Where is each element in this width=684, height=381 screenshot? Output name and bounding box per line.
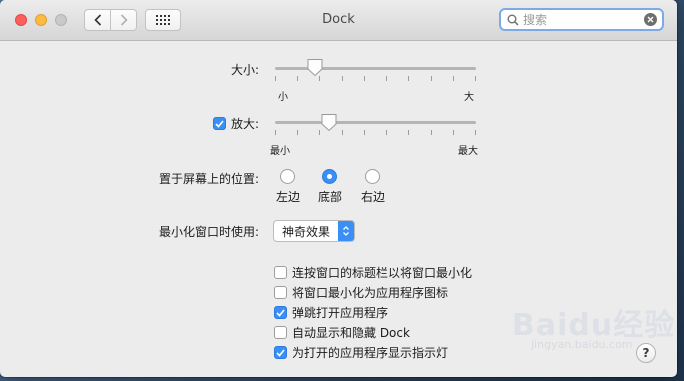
slider-tick bbox=[408, 130, 409, 135]
option-row[interactable]: 将窗口最小化为应用程序图标 bbox=[274, 284, 448, 301]
option-row[interactable]: 连按窗口的标题栏以将窗口最小化 bbox=[274, 264, 472, 281]
slider-tick bbox=[453, 76, 454, 81]
size-label: 大小: bbox=[230, 63, 259, 77]
position-bottom-label: 底部 bbox=[317, 190, 342, 204]
title-bar: Dock bbox=[0, 0, 677, 41]
size-max-label: 大 bbox=[464, 92, 474, 103]
help-button[interactable]: ? bbox=[636, 343, 656, 363]
slider-tick bbox=[386, 76, 387, 81]
magnification-slider-knob[interactable] bbox=[320, 113, 338, 132]
slider-tick bbox=[364, 76, 365, 81]
minimize-label: 最小化窗口时使用: bbox=[158, 225, 259, 239]
magnification-slider-ticks bbox=[275, 130, 476, 136]
slider-tick bbox=[342, 130, 343, 135]
minimize-effect-value: 神奇效果 bbox=[282, 224, 331, 239]
slider-tick bbox=[386, 130, 387, 135]
checkmark-icon bbox=[276, 348, 285, 357]
slider-tick bbox=[475, 76, 476, 81]
option-label: 将窗口最小化为应用程序图标 bbox=[292, 286, 449, 300]
position-left-label: 左边 bbox=[275, 190, 300, 204]
slider-tick bbox=[275, 130, 276, 135]
close-icon bbox=[647, 16, 654, 23]
option-row[interactable]: 自动显示和隐藏 Dock bbox=[274, 324, 410, 341]
size-slider-knob[interactable] bbox=[306, 58, 324, 77]
search-field[interactable] bbox=[499, 8, 664, 31]
option-row[interactable]: 弹跳打开应用程序 bbox=[274, 304, 388, 321]
size-slider-track[interactable] bbox=[275, 67, 476, 70]
size-min-label: 小 bbox=[278, 92, 288, 103]
preferences-window: Dock 大小: 小 大 放大: 最小 最 bbox=[0, 0, 677, 377]
slider-tick bbox=[431, 130, 432, 135]
position-right-radio[interactable] bbox=[365, 169, 380, 184]
slider-tick bbox=[275, 76, 276, 81]
position-label: 置于屏幕上的位置: bbox=[158, 172, 259, 186]
option-label: 连按窗口的标题栏以将窗口最小化 bbox=[292, 266, 473, 280]
slider-tick bbox=[431, 76, 432, 81]
checkmark-icon bbox=[276, 308, 285, 317]
slider-tick bbox=[364, 130, 365, 135]
double-click-minimize-checkbox[interactable] bbox=[274, 266, 287, 279]
magnification-row: 放大: bbox=[212, 115, 259, 132]
option-row[interactable]: 为打开的应用程序显示指示灯 bbox=[274, 344, 448, 361]
slider-tick bbox=[453, 130, 454, 135]
slider-tick bbox=[475, 130, 476, 135]
animate-opening-checkbox[interactable] bbox=[274, 306, 287, 319]
position-bottom-radio[interactable] bbox=[322, 169, 337, 184]
checkmark-icon bbox=[215, 119, 224, 128]
slider-tick bbox=[408, 76, 409, 81]
magnification-min-label: 最小 bbox=[270, 146, 290, 157]
clear-search-button[interactable] bbox=[644, 13, 657, 26]
slider-tick bbox=[342, 76, 343, 81]
size-slider-ticks bbox=[275, 76, 476, 82]
popup-arrows-icon bbox=[338, 221, 354, 241]
magnification-checkbox[interactable] bbox=[212, 117, 226, 130]
search-icon bbox=[507, 14, 519, 26]
search-input[interactable] bbox=[523, 12, 633, 27]
option-label: 自动显示和隐藏 Dock bbox=[292, 326, 410, 340]
show-indicators-checkbox[interactable] bbox=[274, 346, 287, 359]
magnification-slider-track[interactable] bbox=[275, 121, 476, 124]
slider-tick bbox=[297, 76, 298, 81]
minimize-effect-select[interactable]: 神奇效果 bbox=[273, 220, 355, 242]
option-label: 弹跳打开应用程序 bbox=[292, 306, 389, 320]
option-label: 为打开的应用程序显示指示灯 bbox=[292, 346, 449, 360]
slider-tick bbox=[297, 130, 298, 135]
magnification-label: 放大: bbox=[230, 117, 259, 131]
minimize-into-icon-checkbox[interactable] bbox=[274, 286, 287, 299]
position-right-label: 右边 bbox=[360, 190, 385, 204]
magnification-max-label: 最大 bbox=[458, 146, 478, 157]
position-left-radio[interactable] bbox=[280, 169, 295, 184]
autohide-dock-checkbox[interactable] bbox=[274, 326, 287, 339]
watermark-url: jingyan.baidu.com bbox=[531, 338, 633, 351]
